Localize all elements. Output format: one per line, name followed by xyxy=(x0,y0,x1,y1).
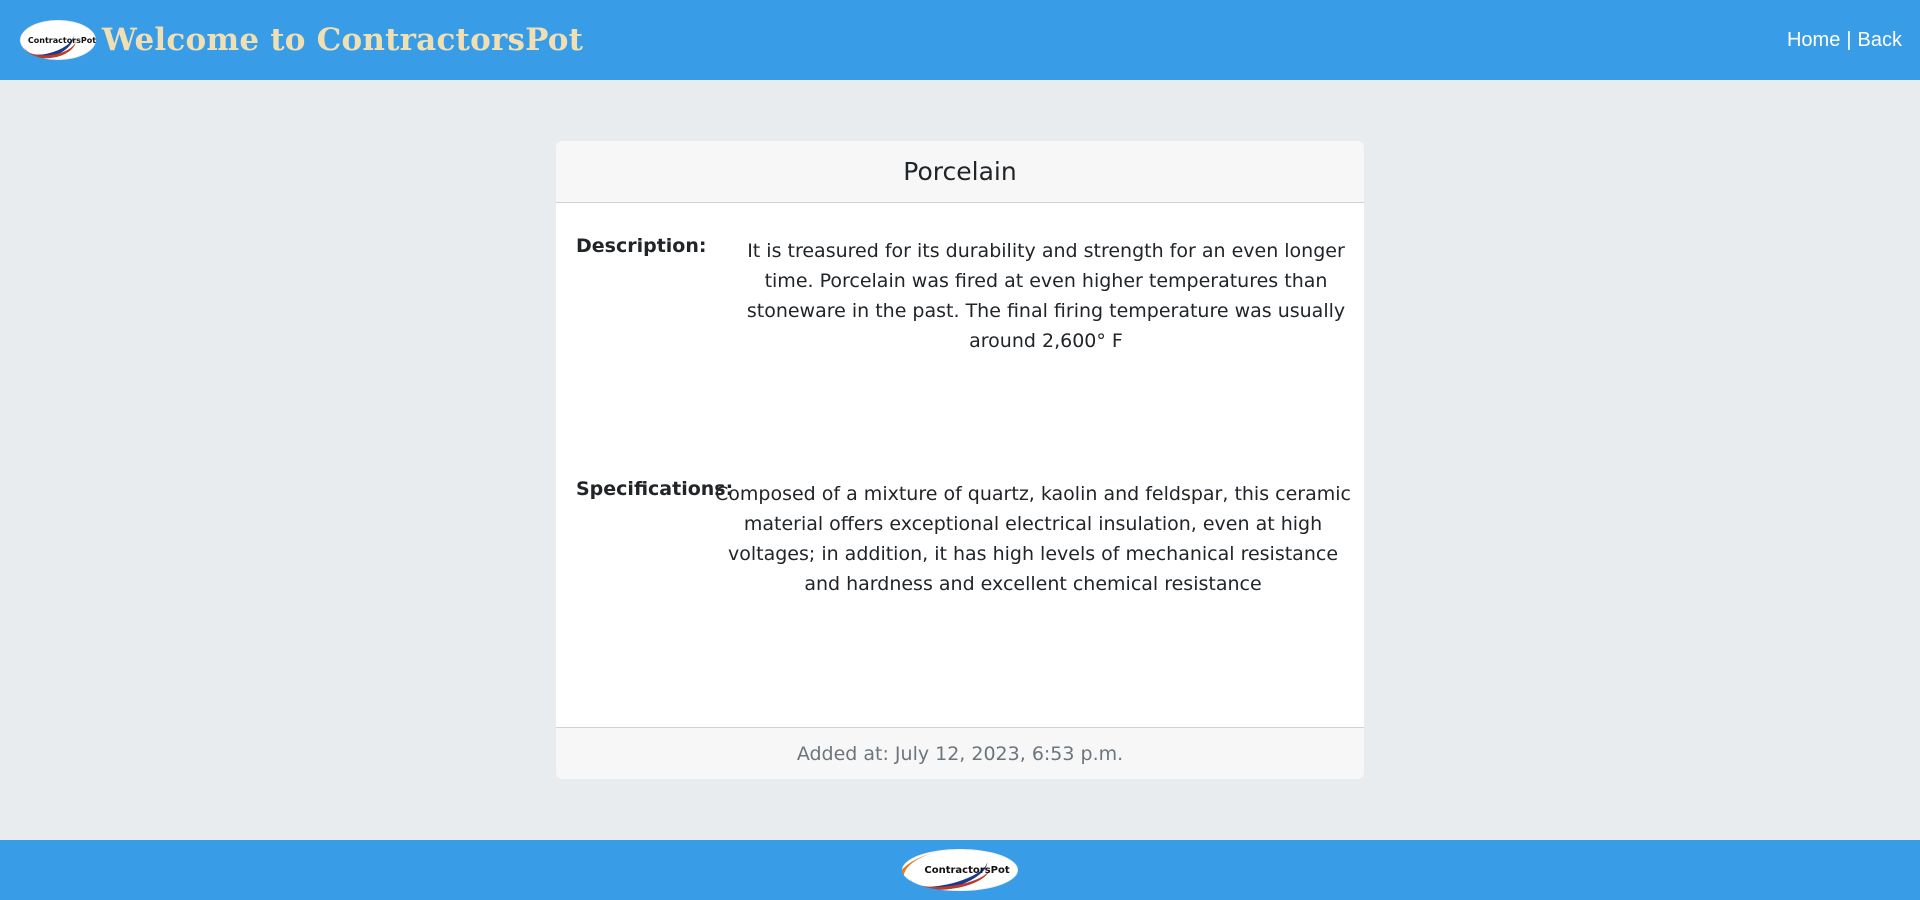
card-body: Description: It is treasured for its dur… xyxy=(556,203,1364,728)
footer-logo-text: ContractorsPot xyxy=(924,864,1010,876)
description-label: Description: xyxy=(576,235,707,257)
page-footer: ContractorsPot xyxy=(0,840,1920,900)
nav-links: Home | Back xyxy=(1787,29,1902,52)
home-link[interactable]: Home xyxy=(1787,29,1840,52)
top-navbar: ContractorsPot Welcome to ContractorsPot… xyxy=(0,0,1920,80)
back-link[interactable]: Back xyxy=(1858,29,1902,52)
description-field: Description: It is treasured for its dur… xyxy=(576,235,1345,352)
description-text: It is treasured for its durability and s… xyxy=(746,240,1346,352)
material-card: Porcelain Description: It is treasured f… xyxy=(555,140,1365,780)
material-name: Porcelain xyxy=(556,141,1364,203)
site-title: Welcome to ContractorsPot xyxy=(102,22,584,58)
footer-logo[interactable]: ContractorsPot xyxy=(902,849,1018,891)
specifications-field: Specifications: Composed of a mixture of… xyxy=(576,478,1351,595)
added-at-timestamp: Added at: July 12, 2023, 6:53 p.m. xyxy=(556,727,1364,779)
logo-text: ContractorsPot xyxy=(27,35,96,45)
contractorspot-logo[interactable]: ContractorsPot xyxy=(20,20,96,60)
nav-separator: | xyxy=(1846,28,1852,51)
specifications-text: Composed of a mixture of quartz, kaolin … xyxy=(715,483,1351,595)
brand[interactable]: ContractorsPot Welcome to ContractorsPot xyxy=(20,20,583,60)
